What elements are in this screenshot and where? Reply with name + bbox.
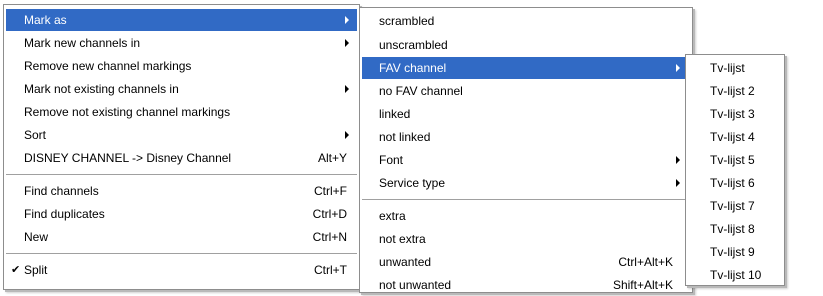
submenu-arrow-icon [345, 16, 349, 24]
menu-item-fav-channel[interactable]: FAV channel [362, 57, 690, 79]
menu-separator [6, 174, 357, 175]
menu-item-tv-lijst[interactable]: Tv-lijst [688, 57, 782, 79]
menu-item-service-type[interactable]: Service type [362, 172, 690, 194]
menu-item-find-channels[interactable]: Find channels Ctrl+F [6, 180, 357, 202]
menu-item-extra[interactable]: extra [362, 205, 690, 227]
menu-item-tv-lijst-6[interactable]: Tv-lijst 6 [688, 172, 782, 194]
menu-item-label: Tv-lijst 10 [710, 268, 762, 282]
menu-item-tv-lijst-3[interactable]: Tv-lijst 3 [688, 103, 782, 125]
menu-item-shortcut: Ctrl+D [312, 207, 347, 221]
menu-item-tv-lijst-10[interactable]: Tv-lijst 10 [688, 264, 782, 286]
menu-item-label: Remove not existing channel markings [24, 105, 231, 119]
menu-item-linked[interactable]: linked [362, 103, 690, 125]
menu-separator [362, 199, 690, 200]
menu-item-shortcut: Ctrl+Alt+K [618, 255, 673, 269]
menu-item-label: scrambled [379, 14, 435, 28]
menu-item-unscrambled[interactable]: unscrambled [362, 34, 690, 56]
menu-item-label: FAV channel [379, 61, 447, 75]
fav-channel-submenu: Tv-lijst Tv-lijst 2 Tv-lijst 3 Tv-lijst … [685, 54, 785, 286]
menu-item-label: Tv-lijst 4 [710, 130, 755, 144]
menu-item-tv-lijst-8[interactable]: Tv-lijst 8 [688, 218, 782, 240]
menu-item-tv-lijst-4[interactable]: Tv-lijst 4 [688, 126, 782, 148]
menu-item-unwanted[interactable]: unwanted Ctrl+Alt+K [362, 251, 690, 273]
menu-item-label: unscrambled [379, 38, 448, 52]
menu-item-mark-new-channels-in[interactable]: Mark new channels in [6, 32, 357, 54]
menu-item-label: extra [379, 209, 406, 223]
menu-item-label: unwanted [379, 255, 432, 269]
menu-item-label: not extra [379, 232, 426, 246]
menu-item-label: Tv-lijst [710, 61, 745, 75]
menu-item-label: Tv-lijst 2 [710, 84, 755, 98]
menu-item-tv-lijst-2[interactable]: Tv-lijst 2 [688, 80, 782, 102]
menu-item-tv-lijst-9[interactable]: Tv-lijst 9 [688, 241, 782, 263]
menu-item-label: Split [24, 263, 48, 277]
menu-item-shortcut: Shift+Alt+K [612, 278, 673, 292]
menu-item-label: not unwanted [379, 278, 452, 292]
menu-item-label: DISNEY CHANNEL -> Disney Channel [24, 151, 232, 165]
menu-item-shortcut: Ctrl+N [312, 230, 347, 244]
menu-separator [6, 253, 357, 254]
menu-item-not-unwanted[interactable]: not unwanted Shift+Alt+K [362, 274, 690, 296]
menu-item-rename-disney-channel[interactable]: DISNEY CHANNEL -> Disney Channel Alt+Y [6, 147, 357, 169]
menu-item-sort[interactable]: Sort [6, 124, 357, 146]
menu-item-label: Mark not existing channels in [24, 82, 179, 96]
menu-item-tv-lijst-5[interactable]: Tv-lijst 5 [688, 149, 782, 171]
menu-item-remove-new-channel-markings[interactable]: Remove new channel markings [6, 55, 357, 77]
menu-item-no-fav-channel[interactable]: no FAV channel [362, 80, 690, 102]
menu-item-label: no FAV channel [379, 84, 463, 98]
mark-as-submenu: scrambled unscrambled FAV channel no FAV… [359, 7, 693, 293]
submenu-arrow-icon [345, 39, 349, 47]
menu-item-find-duplicates[interactable]: Find duplicates Ctrl+D [6, 203, 357, 225]
menu-item-mark-as[interactable]: Mark as [6, 9, 357, 31]
menu-item-new[interactable]: New Ctrl+N [6, 226, 357, 248]
menu-item-remove-not-existing-channel-markings[interactable]: Remove not existing channel markings [6, 101, 357, 123]
checkmark-icon: ✔ [11, 264, 21, 276]
menu-item-scrambled[interactable]: scrambled [362, 10, 690, 32]
menu-item-shortcut: Ctrl+F [314, 184, 347, 198]
menu-item-label: linked [379, 107, 411, 121]
submenu-arrow-icon [676, 179, 680, 187]
submenu-arrow-icon [676, 64, 680, 72]
menu-item-mark-not-existing-channels-in[interactable]: Mark not existing channels in [6, 78, 357, 100]
menu-item-label: Tv-lijst 8 [710, 222, 755, 236]
menu-item-label: Tv-lijst 7 [710, 199, 755, 213]
menu-item-label: Font [379, 153, 404, 167]
menu-item-label: Find channels [24, 184, 99, 198]
menu-item-label: not linked [379, 130, 431, 144]
menu-item-label: New [24, 230, 49, 244]
menu-item-label: Tv-lijst 9 [710, 245, 755, 259]
menu-item-label: Tv-lijst 6 [710, 176, 755, 190]
menu-item-shortcut: Ctrl+T [314, 263, 347, 277]
context-menu: Mark as Mark new channels in Remove new … [3, 4, 360, 290]
menu-item-label: Tv-lijst 5 [710, 153, 755, 167]
submenu-arrow-icon [345, 131, 349, 139]
menu-item-not-extra[interactable]: not extra [362, 228, 690, 250]
submenu-arrow-icon [345, 85, 349, 93]
menu-item-shortcut: Alt+Y [317, 151, 347, 165]
menu-item-label: Mark as [24, 13, 67, 27]
menu-item-label: Find duplicates [24, 207, 105, 221]
menu-item-label: Service type [379, 176, 446, 190]
menu-item-not-linked[interactable]: not linked [362, 126, 690, 148]
menu-item-label: Tv-lijst 3 [710, 107, 755, 121]
menu-item-label: Mark new channels in [24, 36, 141, 50]
menu-item-label: Remove new channel markings [24, 59, 192, 73]
menu-item-font[interactable]: Font [362, 149, 690, 171]
menu-item-split[interactable]: ✔ Split Ctrl+T [6, 259, 357, 281]
menu-item-tv-lijst-7[interactable]: Tv-lijst 7 [688, 195, 782, 217]
menu-item-label: Sort [24, 128, 47, 142]
submenu-arrow-icon [676, 156, 680, 164]
